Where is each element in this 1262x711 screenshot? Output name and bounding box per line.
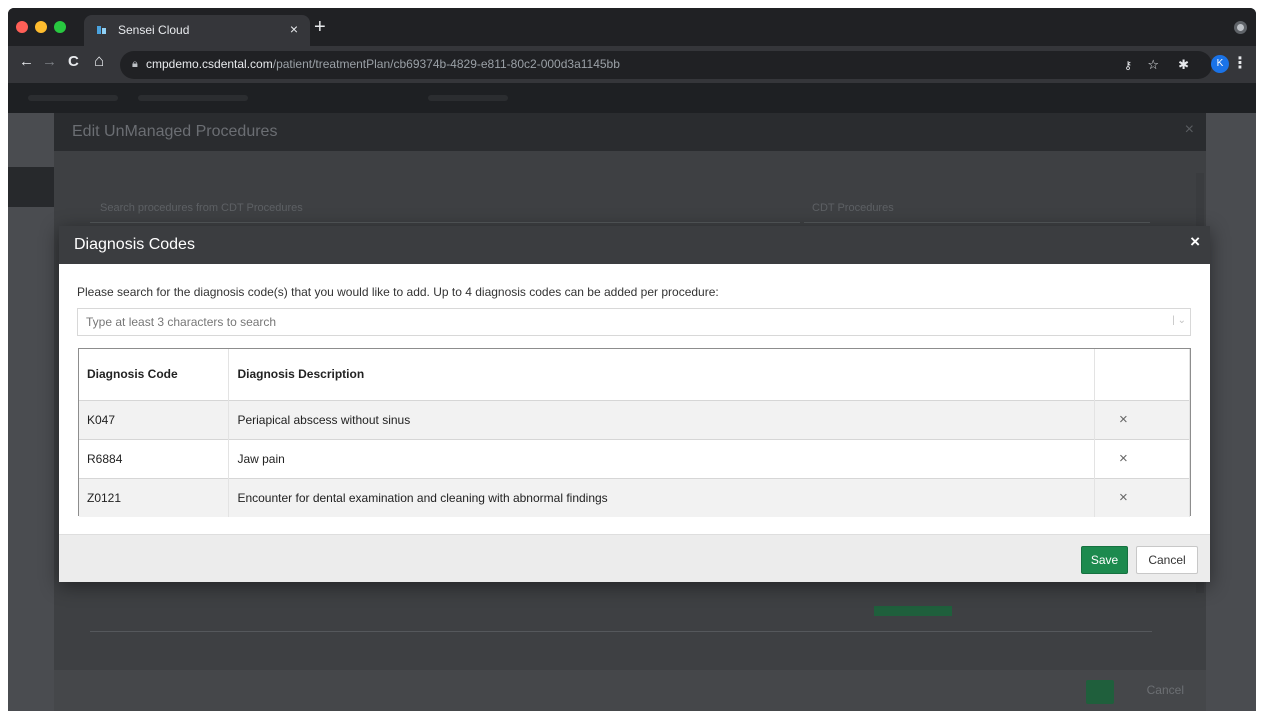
background-modal-title: Edit UnManaged Procedures xyxy=(72,123,278,140)
diagnosis-codes-dialog: Diagnosis Codes × Please search for the … xyxy=(59,226,1210,582)
dialog-body: Please search for the diagnosis code(s) … xyxy=(59,264,1210,534)
chevron-down-icon[interactable]: | ⌄ xyxy=(1172,315,1186,326)
close-icon[interactable]: × xyxy=(1190,232,1200,252)
background-modal-header: Edit UnManaged Procedures × xyxy=(54,113,1206,151)
menu-dots-icon[interactable]: ⋮ xyxy=(1232,53,1248,73)
dialog-header: Diagnosis Codes × xyxy=(59,226,1210,264)
background-nav-item xyxy=(428,95,508,101)
background-cancel-button: Cancel xyxy=(1146,683,1184,697)
tab-strip: Sensei Cloud × + xyxy=(8,8,1256,46)
diagnosis-search-input[interactable] xyxy=(78,309,1158,335)
column-header-code: Diagnosis Code xyxy=(79,349,230,400)
remove-row-icon[interactable]: × xyxy=(1103,411,1128,428)
back-arrow-icon[interactable]: ← xyxy=(19,53,34,70)
background-navbar xyxy=(8,83,1256,113)
maximize-window-button[interactable] xyxy=(54,21,66,33)
diagnosis-description-cell: Periapical abscess without sinus xyxy=(228,400,1096,439)
chrome-profile-icon[interactable] xyxy=(1234,21,1247,34)
dialog-title: Diagnosis Codes xyxy=(74,236,195,253)
dialog-footer: Save Cancel xyxy=(59,534,1210,582)
avatar[interactable]: K xyxy=(1211,55,1229,73)
background-close-icon: × xyxy=(1184,121,1194,138)
lock-icon[interactable]: 🔒︎ xyxy=(132,58,138,71)
tab-close-icon[interactable]: × xyxy=(290,21,298,37)
diagnosis-search-box[interactable]: | ⌄ xyxy=(77,308,1191,336)
remove-row-icon[interactable]: × xyxy=(1103,450,1128,467)
close-window-button[interactable] xyxy=(16,21,28,33)
remove-cell: × xyxy=(1094,478,1190,517)
column-header-description: Diagnosis Description xyxy=(228,349,1096,400)
background-modal-footer: Cancel xyxy=(54,670,1206,711)
table-row: K047 Periapical abscess without sinus × xyxy=(79,400,1190,439)
background-search-field: Search procedures from CDT Procedures xyxy=(90,193,800,223)
diagnosis-code-cell: Z0121 xyxy=(79,478,230,517)
background-search-placeholder: Search procedures from CDT Procedures xyxy=(100,202,303,214)
tab-title: Sensei Cloud xyxy=(118,23,190,37)
key-icon[interactable]: ⚷ xyxy=(1124,59,1132,72)
remove-cell: × xyxy=(1094,400,1190,439)
url-path: /patient/treatmentPlan/cb69374b-4829-e81… xyxy=(272,57,620,71)
star-icon[interactable]: ☆ xyxy=(1147,57,1159,73)
new-tab-button[interactable]: + xyxy=(314,17,326,37)
table-row: Z0121 Encounter for dental examination a… xyxy=(79,478,1190,517)
diagnosis-code-cell: K047 xyxy=(79,400,230,439)
instruction-text: Please search for the diagnosis code(s) … xyxy=(77,285,719,299)
background-add-button xyxy=(874,606,952,616)
background-procedure-select: CDT Procedures xyxy=(804,193,1150,223)
background-ok-button xyxy=(1086,680,1114,704)
diagnosis-description-cell: Encounter for dental examination and cle… xyxy=(228,478,1096,517)
reload-icon[interactable]: C xyxy=(68,53,79,70)
minimize-window-button[interactable] xyxy=(35,21,47,33)
diagnosis-code-cell: R6884 xyxy=(79,439,230,478)
browser-window: Sensei Cloud × + ← → C ⌂ 🔒︎ cmpdemo.csde… xyxy=(8,8,1256,711)
table-header-row: Diagnosis Code Diagnosis Description xyxy=(79,349,1190,400)
browser-tab[interactable]: Sensei Cloud × xyxy=(84,15,310,46)
save-button[interactable]: Save xyxy=(1081,546,1128,574)
remove-row-icon[interactable]: × xyxy=(1103,489,1128,506)
browser-toolbar: ← → C ⌂ 🔒︎ cmpdemo.csdental.com/patient/… xyxy=(8,46,1256,83)
remove-cell: × xyxy=(1094,439,1190,478)
url-text[interactable]: cmpdemo.csdental.com/patient/treatmentPl… xyxy=(146,57,620,71)
home-icon[interactable]: ⌂ xyxy=(94,51,104,71)
address-bar[interactable]: 🔒︎ cmpdemo.csdental.com/patient/treatmen… xyxy=(120,51,1212,79)
cancel-button[interactable]: Cancel xyxy=(1136,546,1198,574)
diagnosis-description-cell: Jaw pain xyxy=(228,439,1096,478)
background-divider xyxy=(90,631,1152,632)
forward-arrow-icon[interactable]: → xyxy=(42,53,57,70)
background-nav-item xyxy=(138,95,248,101)
diagnosis-table: Diagnosis Code Diagnosis Description K04… xyxy=(78,348,1191,517)
background-nav-item xyxy=(28,95,118,101)
column-header-actions xyxy=(1094,349,1190,400)
url-host: cmpdemo.csdental.com xyxy=(146,57,273,71)
puzzle-icon[interactable]: ✱ xyxy=(1178,57,1189,73)
favicon-icon xyxy=(97,26,106,34)
background-select-value: CDT Procedures xyxy=(812,202,894,214)
table-row: R6884 Jaw pain × xyxy=(79,439,1190,478)
